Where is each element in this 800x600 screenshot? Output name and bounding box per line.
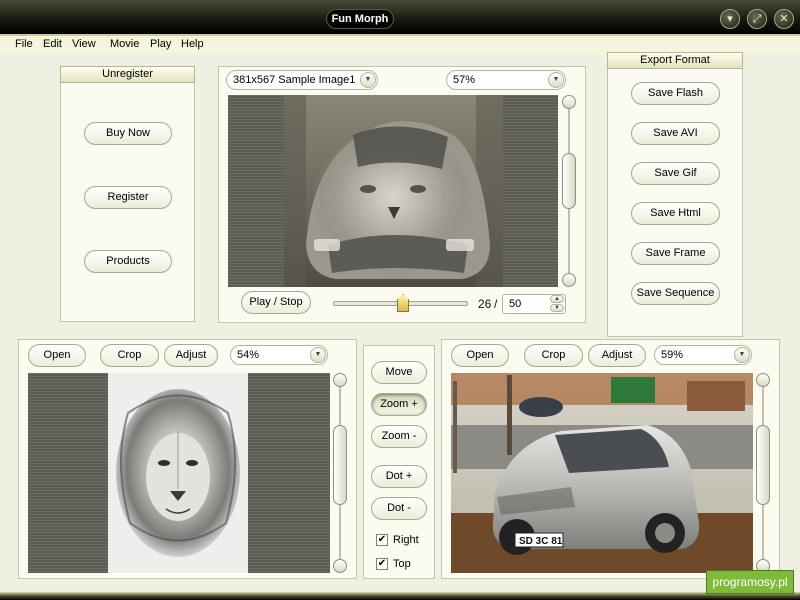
license-plate: SD 3C 81 [519,536,563,547]
frame-slider[interactable] [333,294,468,312]
add-dot-button[interactable]: Dot + [371,465,427,488]
target-crop-button[interactable]: Crop [524,344,583,367]
source-adjust-button[interactable]: Adjust [164,344,218,367]
menu-play[interactable]: Play [150,38,171,50]
frame-total-stepper[interactable]: 50 ▲ ▼ [502,294,566,314]
menu-file[interactable]: File [15,38,33,50]
source-crop-button[interactable]: Crop [100,344,159,367]
window-title: Fun Morph [326,9,394,29]
preview-zoom-value: 57% [453,74,476,86]
morph-preview-image [284,95,503,287]
unregister-header: Unregister [60,66,195,83]
frame-total-value: 50 [509,298,522,310]
source-scrollbar[interactable] [333,373,347,573]
save-flash-button[interactable]: Save Flash [631,82,720,105]
minimize-icon: ▾ [727,13,733,25]
morph-preview-canvas[interactable] [228,95,558,287]
close-icon: ✕ [779,13,789,25]
source-zoom-value: 54% [237,349,260,361]
menu-view[interactable]: View [72,38,96,50]
target-zoom-value: 59% [661,349,684,361]
close-button[interactable]: ✕ [774,9,794,29]
save-gif-button[interactable]: Save Gif [631,162,720,185]
menu-help[interactable]: Help [181,38,204,50]
right-checkbox[interactable]: ✔ [376,534,388,546]
chevron-down-icon: ▼ [548,72,564,88]
top-checkbox-label: Top [393,558,411,570]
watermark-badge: programosy.pl [706,570,794,594]
target-scroll-thumb[interactable] [756,425,770,505]
remove-dot-button[interactable]: Dot - [371,497,427,520]
preview-scrollbar[interactable] [562,95,576,287]
title-bar: Fun Morph ▾ ⤢ ✕ [0,0,800,36]
menu-movie[interactable]: Movie [110,38,139,50]
source-zoom-select[interactable]: 54% ▼ [230,345,328,365]
move-tool-button[interactable]: Move [371,361,427,384]
image-select[interactable]: 381x567 Sample Image1 ▼ [226,70,378,90]
target-image-canvas[interactable]: SD 3C 81 [451,373,753,573]
target-car-image: SD 3C 81 [451,373,753,573]
target-open-button[interactable]: Open [451,344,509,367]
save-html-button[interactable]: Save Html [631,202,720,225]
chevron-down-icon[interactable]: ▼ [550,304,564,312]
maximize-button[interactable]: ⤢ [747,9,767,29]
maximize-icon: ⤢ [752,13,762,25]
export-header: Export Format [607,52,743,69]
image-select-value: 381x567 Sample Image1 [233,74,356,86]
target-zoom-select[interactable]: 59% ▼ [654,345,752,365]
source-scroll-thumb[interactable] [333,425,347,505]
save-frame-button[interactable]: Save Frame [631,242,720,265]
target-adjust-button[interactable]: Adjust [588,344,646,367]
chevron-down-icon: ▼ [310,347,326,363]
chevron-down-icon: ▼ [734,347,750,363]
window-bottom-border [0,592,800,600]
source-lion-image [108,373,248,573]
frame-current: 26 [478,297,492,311]
play-stop-button[interactable]: Play / Stop [241,291,311,314]
buy-now-button[interactable]: Buy Now [84,122,172,145]
products-button[interactable]: Products [84,250,172,273]
source-image-canvas[interactable] [28,373,330,573]
menu-edit[interactable]: Edit [43,38,62,50]
top-checkbox[interactable]: ✔ [376,558,388,570]
target-scrollbar[interactable] [756,373,770,573]
zoom-in-tool-button[interactable]: Zoom + [371,393,427,416]
preview-scroll-thumb[interactable] [562,153,576,209]
preview-zoom-select[interactable]: 57% ▼ [446,70,566,90]
register-button[interactable]: Register [84,186,172,209]
chevron-down-icon: ▼ [360,72,376,88]
save-avi-button[interactable]: Save AVI [631,122,720,145]
frame-separator: / [494,297,498,311]
chevron-up-icon[interactable]: ▲ [550,295,564,303]
minimize-button[interactable]: ▾ [720,9,740,29]
right-checkbox-label: Right [393,534,419,546]
save-sequence-button[interactable]: Save Sequence [631,282,720,305]
source-open-button[interactable]: Open [28,344,86,367]
zoom-out-tool-button[interactable]: Zoom - [371,425,427,448]
